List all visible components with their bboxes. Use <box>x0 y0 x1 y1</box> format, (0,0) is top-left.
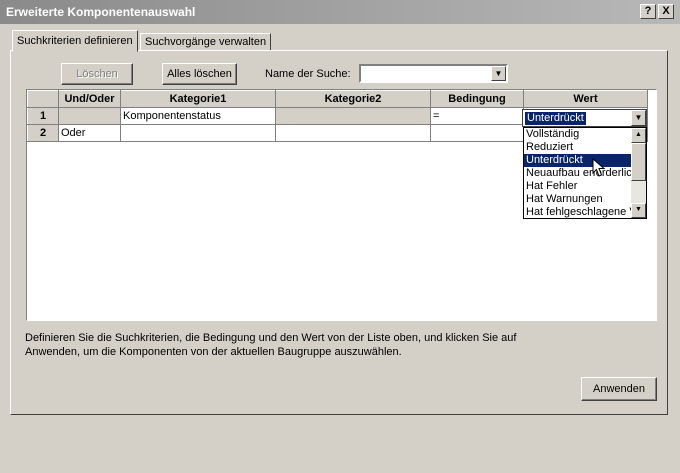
cell-and-or[interactable]: Oder <box>58 124 121 142</box>
column-header-category2[interactable]: Kategorie2 <box>275 90 431 108</box>
cell-condition[interactable] <box>430 124 524 142</box>
mouse-cursor-icon <box>592 158 606 177</box>
column-header-and-or[interactable]: Und/Oder <box>58 90 121 108</box>
grid-header-row: Und/Oder Kategorie1 Kategorie2 Bedingung… <box>27 90 648 108</box>
scroll-down-icon[interactable]: ▼ <box>631 203 646 218</box>
title-bar: Erweiterte Komponentenauswahl ? X <box>0 0 680 24</box>
window-title: Erweiterte Komponentenauswahl <box>6 5 196 19</box>
list-item[interactable]: Hat Fehler <box>524 180 646 193</box>
apply-button[interactable]: Anwenden <box>581 377 657 401</box>
delete-all-button[interactable]: Alles löschen <box>162 63 237 85</box>
scroll-thumb[interactable] <box>631 143 646 181</box>
list-item-selected[interactable]: Unterdrückt <box>524 154 646 167</box>
search-name-combo[interactable]: ▼ <box>359 64 508 83</box>
help-button[interactable]: ? <box>640 4 656 19</box>
row-number[interactable]: 2 <box>27 124 59 142</box>
chevron-down-icon[interactable]: ▼ <box>491 66 506 81</box>
chevron-down-icon[interactable]: ▼ <box>631 110 646 126</box>
scroll-up-icon[interactable]: ▲ <box>631 128 646 143</box>
cell-category2[interactable] <box>275 107 431 125</box>
cell-condition[interactable]: = <box>430 107 524 125</box>
corner-header <box>27 90 59 108</box>
row-number[interactable]: 1 <box>27 107 59 125</box>
value-dropdown-list[interactable]: Vollständig Reduziert Unterdrückt Neuauf… <box>523 127 647 219</box>
close-button[interactable]: X <box>658 4 674 19</box>
cell-and-or[interactable] <box>58 107 121 125</box>
value-combo-selected: Unterdrückt <box>525 112 586 125</box>
tab-define-criteria[interactable]: Suchkriterien definieren <box>12 30 138 52</box>
dropdown-scrollbar[interactable]: ▲ ▼ <box>631 128 646 218</box>
cell-category2[interactable] <box>275 124 431 142</box>
cell-category1[interactable]: Komponentenstatus <box>120 107 276 125</box>
tab-manage-searches[interactable]: Suchvorgänge verwalten <box>140 33 272 51</box>
list-item[interactable]: Vollständig <box>524 128 646 141</box>
delete-button[interactable]: Löschen <box>61 63 133 85</box>
list-item[interactable]: Reduziert <box>524 141 646 154</box>
column-header-value[interactable]: Wert <box>523 90 648 108</box>
help-text: Definieren Sie die Suchkriterien, die Be… <box>25 332 517 358</box>
list-item[interactable]: Hat fehlgeschlagene Verknüpfungen <box>524 206 646 218</box>
column-header-condition[interactable]: Bedingung <box>430 90 524 108</box>
column-header-category1[interactable]: Kategorie1 <box>120 90 276 108</box>
search-name-label: Name der Suche: <box>265 68 351 80</box>
value-combo[interactable]: Unterdrückt ▼ <box>522 109 647 127</box>
cell-category1[interactable] <box>120 124 276 142</box>
list-item[interactable]: Hat Warnungen <box>524 193 646 206</box>
list-item[interactable]: Neuaufbau erforderlich <box>524 167 646 180</box>
